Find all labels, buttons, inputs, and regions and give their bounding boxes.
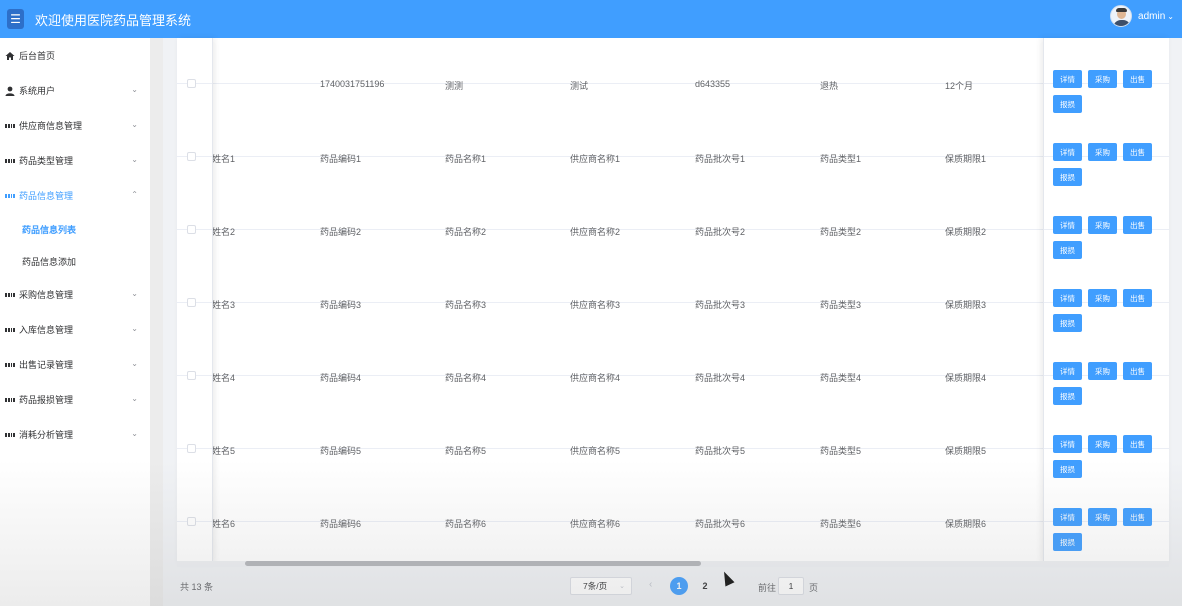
sidebar-item-purchase[interactable]: 采购信息管理 ⌄ (0, 277, 150, 312)
sidebar-item-home[interactable]: 后台首页 (0, 38, 150, 73)
sidebar-item-stock-in[interactable]: 入库信息管理 ⌄ (0, 312, 150, 347)
sidebar-item-label: 系统用户 (19, 86, 56, 96)
table-row: 姓名4 药品编码4 药品名称4 供应商名称4 药品批次号4 药品类型4 保质期限4 详情 采购出… (177, 303, 1169, 405)
sidebar-subitem-drug-list[interactable]: 药品信息列表 (0, 213, 150, 245)
table-row: 姓名6 药品编码6 药品名称6 供应商名称6 药品批次号6 药品类型6 保质期限6 详情 采购出… (177, 449, 1169, 551)
table-cell: 药品批次号6 (695, 519, 746, 529)
sidebar: 后台首页 系统用户 ⌄ 供应商信息管理 ⌄ 药品类型管理 ⌄ 药品信息管理 ⌃ … (0, 38, 150, 606)
goto-page-input[interactable] (778, 577, 804, 595)
grid-icon (5, 290, 15, 300)
sidebar-item-drug-types[interactable]: 药品类型管理 ⌄ (0, 143, 150, 178)
sidebar-item-label: 采购信息管理 (19, 290, 74, 300)
avatar[interactable] (1110, 5, 1133, 27)
app-title: 欢迎使用医院药品管理系统 (35, 12, 192, 28)
chevron-up-icon: ⌃ (131, 190, 138, 199)
sidebar-item-suppliers[interactable]: 供应商信息管理 ⌄ (0, 108, 150, 143)
table-row: 姓名1 药品编码1 药品名称1 供应商名称1 药品批次号1 药品类型1 保质期限1 详情 采购出… (177, 84, 1169, 186)
pagination: 共 13 条 7条/页 ⌄ ‹ 1 2 › 前往 页 (177, 570, 1169, 600)
sidebar-item-label: 供应商信息管理 (19, 121, 83, 131)
chevron-down-icon: ⌄ (619, 583, 625, 590)
user-icon (5, 86, 15, 96)
prev-page-icon[interactable]: ‹ (649, 579, 652, 590)
chevron-down-icon: ⌄ (131, 289, 138, 298)
sidebar-item-label: 药品报损管理 (19, 395, 74, 405)
sidebar-item-damage[interactable]: 药品报损管理 ⌄ (0, 382, 150, 417)
chevron-down-icon: ⌄ (131, 394, 138, 403)
damage-button[interactable]: 报损 (1053, 533, 1082, 551)
sidebar-item-sales[interactable]: 出售记录管理 ⌄ (0, 347, 150, 382)
chevron-down-icon: ⌄ (131, 429, 138, 438)
sidebar-subitem-drug-add[interactable]: 药品信息添加 (0, 245, 150, 277)
table-cell: 姓名6 (212, 519, 236, 529)
chevron-down-icon: ⌄ (131, 359, 138, 368)
grid-icon (5, 430, 15, 440)
sidebar-item-label: 后台首页 (19, 51, 56, 61)
goto-label: 前往 (758, 583, 777, 593)
sidebar-item-drug-info[interactable]: 药品信息管理 ⌃ (0, 178, 150, 213)
grid-icon (5, 395, 15, 405)
table-cell: 供应商名称6 (570, 519, 621, 529)
table-row: 姓名3 药品编码3 药品名称3 供应商名称3 药品批次号3 药品类型3 保质期限3 详情 采购出… (177, 230, 1169, 332)
table-cell: 保质期限6 (945, 519, 987, 529)
table-row: 1740031751196 测测 测试 d643355 退热 12个月 详情 采购 出售 报损 (177, 38, 1169, 113)
scrollbar-thumb[interactable] (245, 561, 701, 566)
grid-icon (5, 156, 15, 166)
table-row: 姓名5 药品编码5 药品名称5 供应商名称5 药品批次号5 药品类型5 保质期限5 详情 采购出… (177, 376, 1169, 478)
table-cell: 药品名称6 (445, 519, 487, 529)
sidebar-item-label: 入库信息管理 (19, 325, 74, 335)
top-header: ☰ 欢迎使用医院药品管理系统 admin ⌄ (0, 0, 1182, 38)
total-count: 共 13 条 (180, 582, 214, 592)
chevron-down-icon: ⌄ (131, 324, 138, 333)
table-row: 姓名2 药品编码2 药品名称2 供应商名称2 药品批次号2 药品类型2 保质期限2 详情 采购出… (177, 157, 1169, 259)
grid-icon (5, 325, 15, 335)
chevron-down-icon[interactable]: ⌄ (1167, 12, 1174, 21)
sidebar-item-label: 消耗分析管理 (19, 430, 74, 440)
row-checkbox[interactable] (187, 517, 196, 526)
sidebar-item-label: 药品信息管理 (19, 191, 74, 201)
sell-button[interactable]: 出售 (1123, 508, 1152, 526)
hamburger-icon[interactable]: ☰ (7, 9, 24, 29)
chevron-down-icon: ⌄ (131, 120, 138, 129)
grid-icon (5, 191, 15, 201)
sidebar-item-users[interactable]: 系统用户 ⌄ (0, 73, 150, 108)
sidebar-scrollbar[interactable] (150, 38, 163, 606)
user-menu[interactable]: admin ⌄ (1110, 5, 1174, 27)
page-size-select[interactable]: 7条/页 ⌄ (570, 577, 632, 595)
table-cell: 药品类型6 (820, 519, 862, 529)
page-button-current[interactable]: 1 (670, 577, 688, 595)
detail-button[interactable]: 详情 (1053, 508, 1082, 526)
table-cell: 药品编码6 (320, 519, 362, 529)
user-name[interactable]: admin (1138, 11, 1165, 22)
drug-table: 1740031751196 测测 测试 d643355 退热 12个月 详情 采购 出售 报损 姓名… (177, 38, 1169, 566)
horizontal-scrollbar[interactable] (177, 561, 1169, 567)
sidebar-item-label: 出售记录管理 (19, 360, 74, 370)
purchase-button[interactable]: 采购 (1088, 508, 1117, 526)
page-unit-label: 页 (809, 583, 819, 593)
chevron-down-icon: ⌄ (131, 155, 138, 164)
sidebar-item-consumption[interactable]: 消耗分析管理 ⌄ (0, 417, 150, 452)
next-page-icon[interactable]: › (725, 577, 729, 589)
page-size-value: 7条/页 (583, 581, 608, 591)
grid-icon (5, 121, 15, 131)
chevron-down-icon: ⌄ (131, 85, 138, 94)
page-button[interactable]: 2 (696, 577, 714, 595)
home-icon (5, 51, 15, 61)
grid-icon (5, 360, 15, 370)
sidebar-item-label: 药品类型管理 (19, 156, 74, 166)
